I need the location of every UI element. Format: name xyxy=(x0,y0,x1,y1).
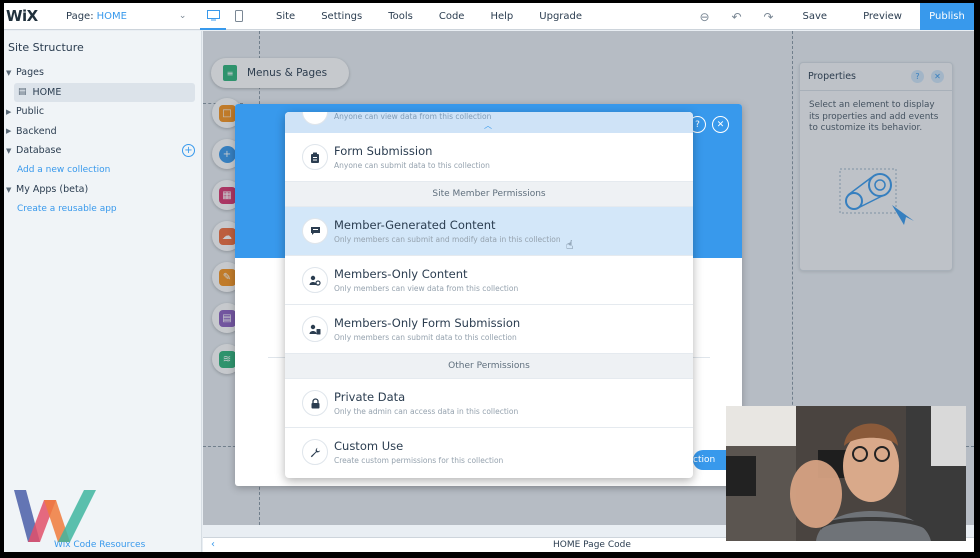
publish-button[interactable]: Publish xyxy=(920,3,974,30)
tree-item-label: Public xyxy=(16,106,45,118)
close-icon[interactable]: ✕ xyxy=(712,116,729,133)
save-button[interactable]: Save xyxy=(785,11,846,22)
dropdown-scroll-top[interactable]: Anyone can view data from this collectio… xyxy=(285,112,693,133)
caret-down-icon: ▼ xyxy=(6,185,12,194)
option-member-generated-content[interactable]: Member-Generated Content Only members ca… xyxy=(285,207,693,256)
menu-help[interactable]: Help xyxy=(490,11,513,22)
tree-item-label: Backend xyxy=(16,125,57,137)
menu-upgrade[interactable]: Upgrade xyxy=(539,11,582,22)
add-collection-plus-icon[interactable]: + xyxy=(182,144,195,158)
page-label: Page: xyxy=(66,10,94,22)
site-structure-panel: Site Structure ▼ Pages ▤ HOME ▶ Public ▶ Bac… xyxy=(4,31,202,552)
option-title: Form Submission xyxy=(334,144,433,158)
tree-item-public[interactable]: ▶ Public xyxy=(4,102,201,122)
page-icon: ▤ xyxy=(18,87,27,98)
create-collection-label: ction xyxy=(693,455,716,465)
page-code-title: HOME Page Code xyxy=(553,540,631,550)
option-title: Members-Only Form Submission xyxy=(334,316,521,330)
permissions-dropdown[interactable]: Anyone can view data from this collectio… xyxy=(285,112,693,478)
chevron-down-icon: ⌄ xyxy=(178,11,187,21)
menu-tools[interactable]: Tools xyxy=(388,11,413,22)
option-members-only-form-submission[interactable]: Members-Only Form Submission Only member… xyxy=(285,305,693,354)
option-desc: Create custom permissions for this colle… xyxy=(334,456,504,465)
mobile-icon[interactable] xyxy=(226,3,252,30)
desktop-icon[interactable] xyxy=(200,3,226,30)
site-structure-title: Site Structure xyxy=(8,41,84,54)
tree-item-backend[interactable]: ▶ Backend xyxy=(4,122,201,142)
menu-site[interactable]: Site xyxy=(276,11,295,22)
hand-cursor-icon: ☝ xyxy=(566,238,574,252)
wrench-icon xyxy=(302,439,328,465)
create-app-link[interactable]: Create a reusable app xyxy=(4,200,201,220)
main-menu: Site Settings Tools Code Help Upgrade xyxy=(276,11,608,22)
tree-item-label: Pages xyxy=(16,67,44,79)
option-title: Custom Use xyxy=(334,439,404,453)
partial-item-desc: Anyone can view data from this collectio… xyxy=(334,112,492,121)
caret-down-icon: ▼ xyxy=(6,146,12,155)
preview-button[interactable]: Preview xyxy=(845,11,920,22)
option-desc: Only members can submit and modify data … xyxy=(334,235,561,244)
watermark-logo xyxy=(14,490,96,542)
device-toggle xyxy=(200,3,252,30)
top-bar: WiX Page: HOME ⌄ Site Settings Tools Cod… xyxy=(4,3,974,30)
section-header-other: Other Permissions xyxy=(285,354,693,379)
caret-right-icon: ▶ xyxy=(6,127,12,136)
form-icon xyxy=(302,144,328,170)
option-title: Member-Generated Content xyxy=(334,218,496,232)
option-title: Private Data xyxy=(334,390,406,404)
option-members-only-content[interactable]: Members-Only Content Only members can vi… xyxy=(285,256,693,305)
option-title: Members-Only Content xyxy=(334,267,468,281)
webcam-overlay xyxy=(726,406,966,541)
tree-item-my-apps[interactable]: ▼ My Apps (beta) xyxy=(4,180,201,200)
wix-logo: WiX xyxy=(6,7,38,25)
zoom-icon[interactable]: ⊖ xyxy=(689,10,721,24)
eye-icon xyxy=(302,112,328,125)
chevron-up-icon[interactable]: ︿ xyxy=(484,120,492,131)
option-custom-use[interactable]: Custom Use Create custom permissions for… xyxy=(285,428,693,477)
menu-settings[interactable]: Settings xyxy=(321,11,362,22)
menu-code[interactable]: Code xyxy=(439,11,465,22)
toolbar-right: ⊖ ↶ ↷ Save Preview Publish xyxy=(689,3,974,30)
tree-item-label: HOME xyxy=(32,86,62,98)
member-form-icon xyxy=(302,316,328,342)
tree-item-home[interactable]: ▤ HOME xyxy=(14,82,195,102)
add-collection-link[interactable]: Add a new collection xyxy=(4,161,201,181)
lock-icon xyxy=(302,390,328,416)
page-value: HOME xyxy=(96,10,127,22)
option-private-data[interactable]: Private Data Only the admin can access d… xyxy=(285,379,693,428)
chat-icon xyxy=(302,218,328,244)
section-header-member: Site Member Permissions xyxy=(285,182,693,207)
redo-icon[interactable]: ↷ xyxy=(753,10,785,24)
presenter-video-image xyxy=(726,406,966,541)
option-desc: Only members can view data from this col… xyxy=(334,284,519,293)
tree-item-pages[interactable]: ▼ Pages xyxy=(4,63,201,83)
page-selector[interactable]: Page: HOME ⌄ xyxy=(50,11,190,22)
site-structure-tree: ▼ Pages ▤ HOME ▶ Public ▶ Backend ▼ Database +… xyxy=(4,63,201,219)
chevron-left-icon[interactable]: ‹ xyxy=(211,539,215,550)
option-desc: Only members can submit data to this col… xyxy=(334,333,517,342)
caret-right-icon: ▶ xyxy=(6,107,12,116)
option-form-submission[interactable]: Form Submission Anyone can submit data t… xyxy=(285,133,693,182)
caret-down-icon: ▼ xyxy=(6,68,12,77)
tree-item-label: Database xyxy=(16,145,62,157)
tree-item-label: My Apps (beta) xyxy=(16,184,89,196)
undo-icon[interactable]: ↶ xyxy=(721,10,753,24)
tree-item-database[interactable]: ▼ Database + xyxy=(4,141,201,161)
option-desc: Anyone can submit data to this collectio… xyxy=(334,161,490,170)
option-desc: Only the admin can access data in this c… xyxy=(334,407,519,416)
member-view-icon xyxy=(302,267,328,293)
